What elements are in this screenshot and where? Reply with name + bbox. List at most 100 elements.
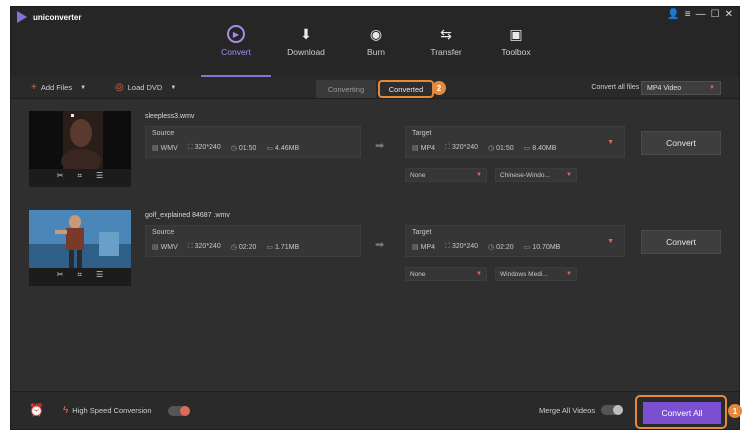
source-format: WMV	[160, 244, 178, 251]
tab-burn[interactable]: ◉ Burn	[341, 25, 411, 77]
app-title: uniconverter	[33, 12, 82, 22]
toolbar: + Add Files ▼ ◎ Load DVD ▼ Converting Co…	[11, 77, 739, 99]
convert-button[interactable]: Convert	[641, 131, 721, 155]
source-resolution: 320*240	[194, 243, 221, 250]
tab-converting[interactable]: Converting	[316, 80, 376, 98]
plus-icon: +	[31, 82, 37, 93]
resolution-icon: ⛶	[187, 243, 193, 250]
chevron-down-icon: ▼	[566, 271, 572, 277]
source-duration: 01:50	[238, 145, 257, 152]
chevron-down-icon: ▼	[476, 271, 482, 277]
source-details: ▤ WMV ⛶ 320*240 ◷ 01:50 ▭ 4.46MB	[152, 144, 299, 152]
source-info: Source ▤ WMV ⛶ 320*240 ◷ 01:50 ▭ 4.46MB	[145, 126, 361, 158]
clock-icon: ◷	[230, 244, 237, 251]
file-name: sleepless3.wmv	[145, 113, 195, 120]
thumbnail-tools: ✂ ⌗ ☰	[29, 270, 131, 280]
thumbnail-image	[29, 210, 131, 268]
account-icon[interactable]: 👤	[667, 9, 679, 20]
audio-track-value: Windows Medi...	[500, 270, 548, 278]
convert-all-button[interactable]: Convert All	[643, 402, 721, 424]
audio-track-select[interactable]: Windows Medi... ▼	[495, 267, 577, 281]
subtitle-value: None	[410, 270, 426, 278]
crop-icon[interactable]: ⌗	[78, 171, 83, 181]
output-format-select[interactable]: MP4 Video ▼	[641, 81, 721, 95]
source-label: Source	[152, 229, 175, 236]
chevron-down-icon: ▼	[566, 172, 572, 178]
tab-convert[interactable]: ▶ Convert	[201, 25, 271, 77]
menu-icon[interactable]: ≡	[685, 9, 691, 20]
subtitle-value: None	[410, 171, 426, 179]
target-duration: 01:50	[496, 145, 514, 152]
source-size: 4.46MB	[275, 145, 300, 152]
source-resolution: 320*240	[194, 144, 221, 151]
target-resolution: 320*240	[451, 144, 479, 151]
merge-toggle[interactable]	[601, 405, 624, 415]
chevron-down-icon[interactable]: ▼	[80, 85, 86, 91]
burn-icon: ◉	[369, 25, 383, 42]
minimize-icon[interactable]: —	[696, 9, 706, 20]
chevron-down-icon[interactable]: ▼	[170, 85, 176, 91]
dvd-icon: ◎	[115, 82, 124, 93]
clock-icon: ◷	[230, 145, 237, 152]
target-info[interactable]: Target ▤ MP4 ⛶ 320*240 ◷ 02:20 ▭ 10.70MB ▼	[405, 225, 625, 257]
effects-icon[interactable]: ☰	[96, 270, 103, 280]
tab-label: Download	[287, 47, 325, 57]
tab-label: Convert	[221, 47, 251, 57]
file-name: golf_explained 84687 .wmv	[145, 212, 230, 219]
clock-icon: ◷	[488, 145, 495, 152]
target-format: MP4	[420, 244, 436, 251]
target-info[interactable]: Target ▤ MP4 ⛶ 320*240 ◷ 01:50 ▭ 8.40MB ▼	[405, 126, 625, 158]
target-label: Target	[412, 130, 432, 137]
logo-icon	[17, 11, 27, 23]
convert-all-highlight: Convert All	[635, 395, 727, 429]
high-speed-toggle[interactable]	[167, 405, 190, 416]
resolution-icon: ⛶	[445, 144, 450, 151]
list-item: ✂ ⌗ ☰ golf_explained 84687 .wmv Source ▤…	[29, 210, 729, 290]
status-tabs: Converting Converted	[316, 80, 434, 98]
format-icon: ▤	[152, 145, 159, 152]
add-files-button[interactable]: + Add Files ▼	[31, 82, 86, 93]
video-thumbnail[interactable]: ✂ ⌗ ☰	[29, 210, 131, 286]
effects-icon[interactable]: ☰	[96, 171, 103, 181]
toolbox-icon: ▣	[509, 25, 523, 42]
trim-icon[interactable]: ✂	[57, 270, 64, 280]
video-thumbnail[interactable]: ✂ ⌗ ☰	[29, 111, 131, 187]
trim-icon[interactable]: ✂	[57, 171, 64, 181]
tab-converted[interactable]: Converted	[378, 80, 434, 98]
folder-icon: ▭	[523, 145, 531, 152]
main-nav: ▶ Convert ⬇ Download ◉ Burn ⇆ Transfer ▣…	[201, 25, 551, 77]
tab-label: Toolbox	[501, 47, 531, 57]
app-logo: uniconverter	[17, 11, 81, 23]
subtitle-select[interactable]: None ▼	[405, 168, 487, 182]
subtitle-select[interactable]: None ▼	[405, 267, 487, 281]
crop-icon[interactable]: ⌗	[78, 270, 83, 280]
high-speed-conversion: ϟ High Speed Conversion	[63, 405, 190, 416]
source-details: ▤ WMV ⛶ 320*240 ◷ 02:20 ▭ 1.71MB	[152, 243, 299, 251]
chevron-down-icon: ▼	[476, 172, 482, 178]
convert-button[interactable]: Convert	[641, 230, 721, 254]
folder-icon: ▭	[266, 244, 273, 251]
close-icon[interactable]: ✕	[725, 9, 733, 20]
tab-label: Transfer	[430, 47, 462, 57]
lightning-icon: ϟ	[63, 405, 69, 416]
bottom-bar: ⏰ ϟ High Speed Conversion Merge All Vide…	[11, 391, 742, 429]
tab-download[interactable]: ⬇ Download	[271, 25, 341, 77]
merge-videos: Merge All Videos	[539, 405, 624, 415]
step-badge-2: 2	[432, 81, 446, 95]
alarm-clock-icon[interactable]: ⏰	[29, 403, 44, 417]
target-size: 8.40MB	[532, 145, 557, 152]
tab-toolbox[interactable]: ▣ Toolbox	[481, 25, 551, 77]
merge-label: Merge All Videos	[539, 405, 596, 415]
audio-track-value: Chinese-Windo...	[500, 171, 550, 179]
chevron-down-icon[interactable]: ▼	[607, 238, 614, 245]
load-dvd-button[interactable]: ◎ Load DVD ▼	[115, 82, 176, 93]
tab-label: Burn	[367, 47, 385, 57]
source-format: WMV	[160, 145, 178, 152]
target-format: MP4	[420, 145, 436, 152]
toggle-knob	[179, 405, 190, 416]
output-format-value: MP4 Video	[647, 84, 682, 92]
chevron-down-icon[interactable]: ▼	[607, 139, 614, 146]
tab-transfer[interactable]: ⇆ Transfer	[411, 25, 481, 77]
maximize-icon[interactable]: ☐	[711, 9, 720, 20]
audio-track-select[interactable]: Chinese-Windo... ▼	[495, 168, 577, 182]
